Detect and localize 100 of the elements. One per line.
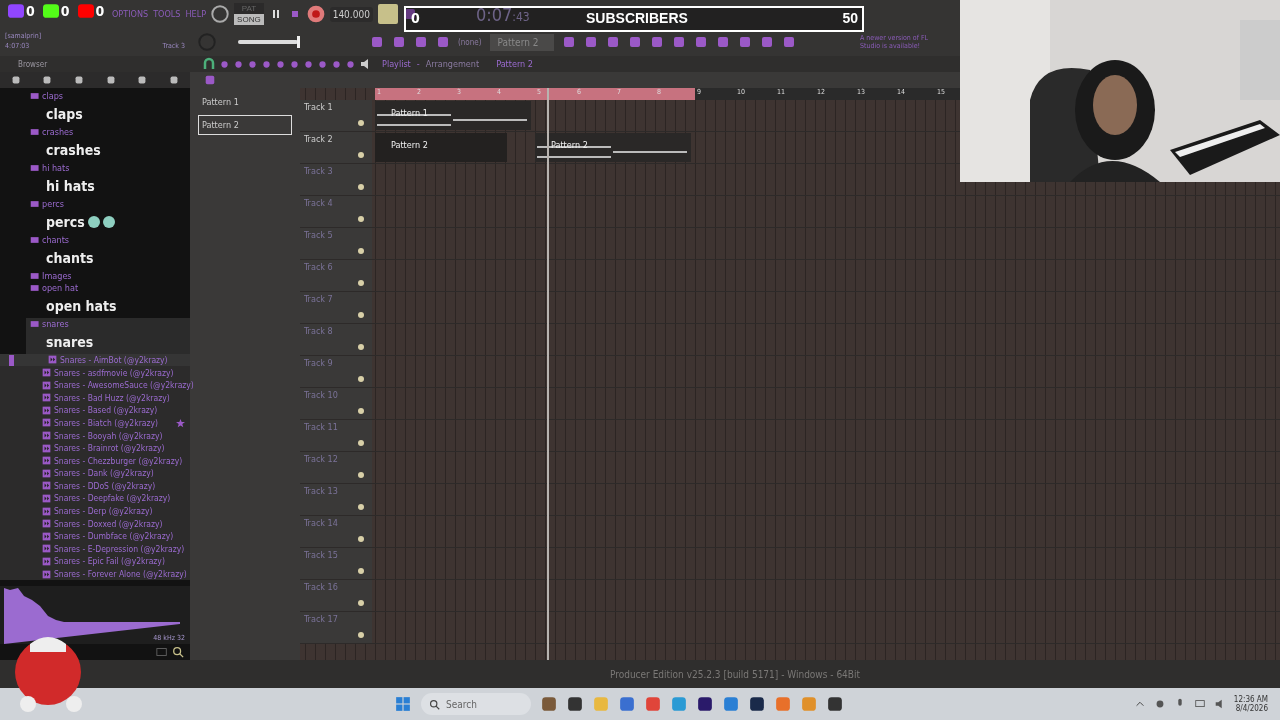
folder-name[interactable]: claps — [30, 89, 190, 102]
playlist-grid[interactable] — [300, 88, 1280, 660]
pattern-item[interactable]: Pattern 2 — [198, 115, 292, 135]
audio-file-icon — [42, 443, 51, 453]
file-item[interactable]: Snares - Derp (@y2krazy) — [0, 504, 190, 518]
track-button[interactable] — [358, 312, 364, 318]
file-item[interactable]: Snares - Dumbface (@y2krazy) — [0, 529, 190, 543]
windows-icon[interactable] — [395, 696, 411, 712]
folder-name[interactable]: Images — [30, 269, 190, 282]
folder-name[interactable]: chants — [30, 233, 190, 246]
track-name[interactable]: Track 6 — [304, 262, 333, 272]
file-item[interactable]: Snares - asdfmovie (@y2krazy) — [0, 366, 190, 379]
magnet-icon[interactable] — [202, 57, 216, 71]
tool-icon[interactable] — [219, 58, 230, 70]
file-item[interactable]: Snares - E-Depression (@y2krazy) — [0, 542, 190, 556]
star-icon[interactable] — [176, 418, 185, 428]
file-item[interactable]: Snares - Deepfake (@y2krazy) — [0, 492, 190, 505]
track-button[interactable] — [358, 536, 364, 542]
app-icon[interactable] — [827, 696, 843, 712]
tool-icon[interactable] — [275, 58, 286, 70]
app-icon[interactable] — [697, 696, 713, 712]
file-item[interactable]: Snares - Booyah (@y2krazy) — [0, 429, 190, 442]
tool-icon[interactable] — [247, 58, 258, 70]
tool-icon[interactable] — [233, 58, 244, 70]
playlist-subtitle: Arrangement — [425, 59, 480, 69]
file-item[interactable]: Snares - Based (@y2krazy) — [0, 404, 190, 417]
tool-icon[interactable] — [317, 58, 328, 70]
tool-icon[interactable] — [261, 58, 272, 70]
search-field[interactable]: Search — [421, 693, 531, 715]
folder-name[interactable]: snares — [30, 317, 190, 330]
track-name[interactable]: Track 17 — [304, 614, 338, 624]
record-icon[interactable] — [306, 5, 325, 23]
track-button[interactable] — [358, 568, 364, 574]
tool-icon[interactable] — [331, 58, 342, 70]
track-name[interactable]: Track 8 — [304, 326, 333, 336]
track-name[interactable]: Track 11 — [304, 422, 338, 432]
toolbar-button[interactable] — [377, 4, 398, 24]
track-name[interactable]: Track 14 — [304, 518, 338, 528]
track-name[interactable]: Track 9 — [304, 358, 333, 368]
track-button[interactable] — [358, 280, 364, 286]
file-item[interactable]: Snares - Biatch (@y2krazy) — [0, 416, 190, 430]
network-icon[interactable] — [1193, 698, 1206, 710]
track-button[interactable] — [358, 440, 364, 446]
track-name[interactable]: Track 10 — [304, 390, 338, 400]
file-item[interactable]: Snares - Forever Alone (@y2krazy) — [0, 567, 190, 581]
track-button[interactable] — [358, 376, 364, 382]
knob-icon[interactable] — [211, 5, 230, 23]
channel-selector[interactable]: (none) — [458, 37, 482, 47]
track-button[interactable] — [358, 632, 364, 638]
folder-icon — [30, 234, 40, 245]
track-button[interactable] — [358, 600, 364, 606]
track-name[interactable]: Track 16 — [304, 582, 338, 592]
selected-folder[interactable]: snares snares — [26, 317, 190, 354]
tool-icon[interactable] — [303, 58, 314, 70]
tempo-display[interactable]: 140.000 — [329, 6, 373, 22]
track-name[interactable]: Track 5 — [304, 230, 333, 240]
file-item[interactable]: Snares - Dank (@y2krazy) — [0, 467, 190, 480]
file-item[interactable]: Snares - Doxxed (@y2krazy) — [0, 517, 190, 530]
track-name[interactable]: Track 4 — [304, 198, 333, 208]
search-icon[interactable] — [172, 646, 184, 659]
track-name[interactable]: Track 7 — [304, 294, 333, 304]
file-item[interactable]: Snares - Bad Huzz (@y2krazy) — [0, 391, 190, 405]
time-display: 0:07:43 — [475, 3, 530, 25]
pattern-clip[interactable]: Pattern 2 — [375, 133, 507, 162]
folder-name[interactable]: hi hats — [30, 161, 190, 174]
file-item[interactable]: Snares - Epic Fail (@y2krazy) — [0, 555, 190, 568]
track-button[interactable] — [358, 216, 364, 222]
track-button[interactable] — [358, 152, 364, 158]
taskbar-clock[interactable]: 12:36 AM 8/4/2026 — [1233, 695, 1268, 713]
folder-name[interactable]: open hat — [30, 281, 190, 294]
menu-item[interactable]: HELP — [185, 9, 207, 19]
track-name[interactable]: Track 15 — [304, 550, 338, 560]
file-item[interactable]: Snares - DDoS (@y2krazy) — [0, 479, 190, 493]
pattern-icon[interactable] — [204, 74, 216, 86]
app-icon[interactable] — [567, 696, 583, 712]
track-name[interactable]: Track 1 — [304, 102, 333, 112]
folder-name[interactable]: percs — [30, 197, 190, 210]
folder-name[interactable]: crashes — [30, 125, 190, 138]
pattern-breadcrumb[interactable]: Pattern 2 — [496, 59, 533, 69]
menu-item[interactable]: TOOLS — [153, 9, 181, 19]
track-name[interactable]: Track 13 — [304, 486, 338, 496]
file-item[interactable]: Snares - Brainrot (@y2krazy) — [0, 441, 190, 455]
mode-toggle[interactable]: SONG — [234, 14, 264, 25]
track-button[interactable] — [358, 120, 364, 126]
tool-icon[interactable] — [345, 58, 356, 70]
track-button[interactable] — [358, 248, 364, 254]
track-name[interactable]: Track 2 — [304, 134, 333, 144]
file-item[interactable]: Snares - Chezzburger (@y2krazy) — [0, 454, 190, 467]
track-button[interactable] — [358, 472, 364, 478]
track-button[interactable] — [358, 184, 364, 190]
pattern-selector[interactable]: Pattern 2 — [489, 33, 554, 51]
track-name[interactable]: Track 12 — [304, 454, 338, 464]
app-icon[interactable] — [749, 696, 765, 712]
menu-item[interactable]: OPTIONS — [112, 9, 149, 19]
track-button[interactable] — [358, 504, 364, 510]
tool-icon[interactable] — [289, 58, 300, 70]
track-button[interactable] — [358, 408, 364, 414]
app-icon[interactable] — [541, 696, 557, 712]
track-name[interactable]: Track 3 — [304, 166, 333, 176]
track-button[interactable] — [358, 344, 364, 350]
